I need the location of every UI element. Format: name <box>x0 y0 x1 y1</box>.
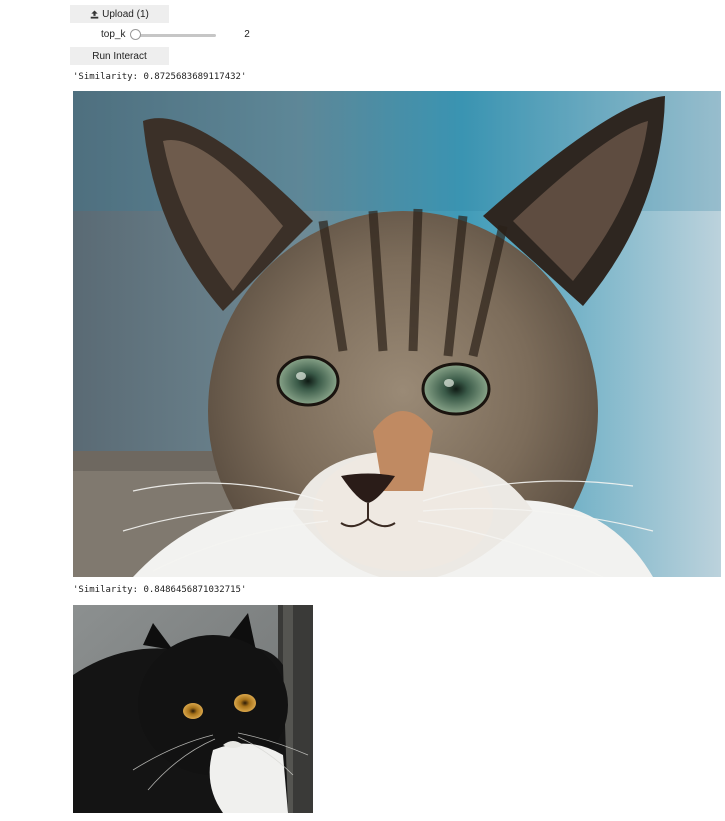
top-k-value: 2 <box>244 29 250 40</box>
upload-button[interactable]: Upload (1) <box>70 5 169 23</box>
upload-icon <box>90 9 99 19</box>
top-k-label: top_k <box>101 29 126 40</box>
run-interact-label: Run Interact <box>92 50 147 62</box>
upload-button-label: Upload (1) <box>102 8 149 20</box>
result-image-2 <box>73 605 313 813</box>
result-image-1 <box>73 91 721 577</box>
similarity-text-2: 'Similarity: 0.8486456871032715' <box>73 585 247 595</box>
run-interact-button[interactable]: Run Interact <box>70 47 169 65</box>
top-k-slider-handle[interactable] <box>130 29 141 40</box>
similarity-text-1: 'Similarity: 0.8725683689117432' <box>73 72 247 82</box>
top-k-slider-track[interactable] <box>136 34 216 37</box>
